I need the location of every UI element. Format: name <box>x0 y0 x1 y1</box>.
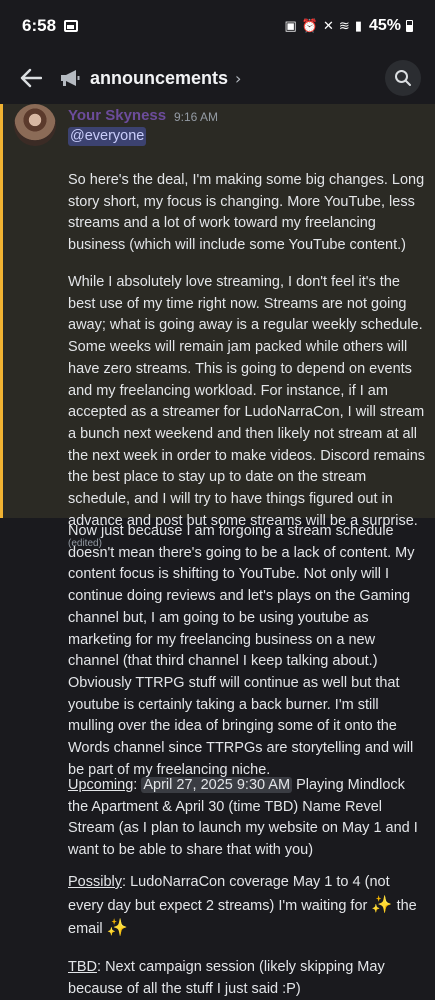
possibly-section: Possibly: LudoNarraCon coverage May 1 to… <box>68 874 417 938</box>
message-timestamp: 9:16 AM <box>174 110 219 124</box>
message-paragraph-1: So here's the deal, I'm making some big … <box>68 172 425 254</box>
battery-icon <box>406 20 413 32</box>
notification-icon: ▣ <box>284 18 297 33</box>
everyone-mention[interactable]: @everyone <box>68 127 147 146</box>
chevron-right-icon: › <box>235 68 242 88</box>
channel-header: announcements › <box>0 52 435 104</box>
signal-icon: ▮ <box>354 18 362 33</box>
message-paragraph-2: While I absolutely love streaming, I don… <box>68 272 428 555</box>
sparkles-icon: ✨ <box>106 918 128 938</box>
sparkles-icon: ✨ <box>371 894 393 914</box>
wifi-icon: ≋ <box>338 18 350 33</box>
search-icon <box>395 70 411 86</box>
status-time: 6:58 <box>22 16 57 35</box>
battery-percent: 45% <box>368 17 401 34</box>
gallery-icon <box>64 20 79 32</box>
tbd-section: TBD: Next campaign session (likely skipp… <box>68 959 385 997</box>
status-icons: ▣ ⏰ ✕ ≋ ▮ 45% <box>285 17 413 35</box>
avatar[interactable] <box>14 104 56 146</box>
tbd-label: TBD <box>68 959 97 975</box>
back-button[interactable] <box>14 61 48 95</box>
paragraph-2-text: While I absolutely love streaming, I don… <box>68 274 426 529</box>
upcoming-section: Upcoming: April 27, 2025 9:30 AM Playing… <box>68 777 418 859</box>
status-bar: 6:58 ▣ ⏰ ✕ ≋ ▮ 45% <box>0 0 435 52</box>
alarm-icon: ⏰ <box>301 18 318 33</box>
upcoming-date[interactable]: April 27, 2025 9:30 AM <box>141 777 293 793</box>
arrow-left-icon <box>20 68 42 88</box>
message-author[interactable]: Your Skyness <box>68 107 166 124</box>
search-button[interactable] <box>385 60 421 96</box>
channel-title[interactable]: announcements <box>90 68 228 89</box>
message-paragraph-3: Now just because I am forgoing a stream … <box>68 523 415 778</box>
possibly-label: Possibly <box>68 874 122 890</box>
upcoming-label: Upcoming <box>68 777 134 793</box>
tbd-text: Next campaign session (likely skipping M… <box>68 959 385 997</box>
mute-icon: ✕ <box>323 18 334 33</box>
megaphone-icon <box>61 70 80 86</box>
